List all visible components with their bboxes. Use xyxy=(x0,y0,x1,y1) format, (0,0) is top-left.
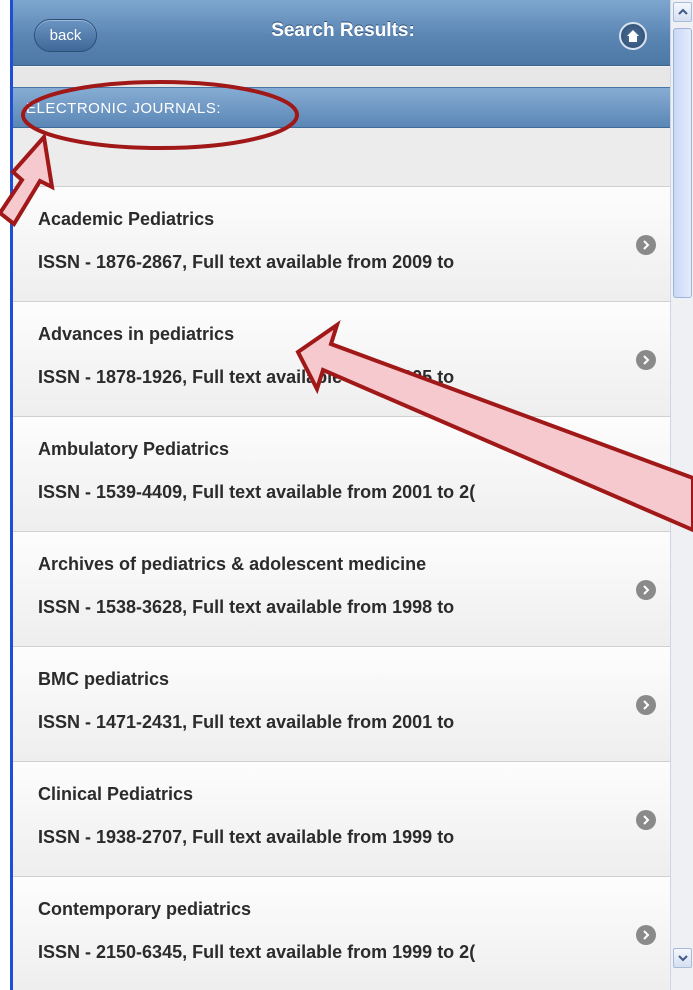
home-icon xyxy=(627,30,639,42)
journal-title: Clinical Pediatrics xyxy=(38,784,194,804)
scroll-down-icon xyxy=(677,955,688,962)
page-title: Search Results: xyxy=(271,20,415,41)
scroll-up-button[interactable] xyxy=(673,2,692,22)
scroll-down-button[interactable] xyxy=(673,948,692,968)
chevron-right-icon xyxy=(636,580,656,600)
chevron-right-icon xyxy=(636,350,656,370)
list-item[interactable]: Clinical Pediatrics ISSN - 1938-2707, Fu… xyxy=(13,761,670,876)
header-gap xyxy=(13,67,670,87)
journal-title: BMC pediatrics xyxy=(38,669,170,689)
chevron-right-icon xyxy=(636,810,656,830)
back-button[interactable]: back xyxy=(34,19,97,52)
journal-detail: ISSN - 1471-2431, Full text available fr… xyxy=(38,712,455,732)
journal-detail: ISSN - 1938-2707, Full text available fr… xyxy=(38,827,455,847)
divider-label: ELECTRONIC JOURNALS: xyxy=(26,100,222,117)
chevron-right-icon xyxy=(636,695,656,715)
journal-detail: ISSN - 1876-2867, Full text available fr… xyxy=(38,252,455,272)
list-item[interactable]: Contemporary pediatrics ISSN - 2150-6345… xyxy=(13,876,670,990)
mobile-frame: back Search Results: ELECTRONIC JOURNALS… xyxy=(0,0,693,990)
vertical-scrollbar[interactable] xyxy=(670,0,693,990)
scrollbar-thumb[interactable] xyxy=(673,28,692,298)
divider-spacer xyxy=(13,128,670,186)
header-bar: back Search Results: xyxy=(13,0,670,66)
journal-title: Contemporary pediatrics xyxy=(38,899,252,919)
journal-title: Ambulatory Pediatrics xyxy=(38,439,230,459)
journal-title: Archives of pediatrics & adolescent medi… xyxy=(38,554,427,574)
chevron-right-icon xyxy=(636,925,656,945)
journal-detail: ISSN - 1878-1926, Full text available fr… xyxy=(38,367,455,387)
list-item[interactable]: Advances in pediatrics ISSN - 1878-1926,… xyxy=(13,301,670,416)
content-area: back Search Results: ELECTRONIC JOURNALS… xyxy=(13,0,670,990)
list-item[interactable]: BMC pediatrics ISSN - 1471-2431, Full te… xyxy=(13,646,670,761)
chevron-right-icon xyxy=(636,235,656,255)
list-item[interactable]: Academic Pediatrics ISSN - 1876-2867, Fu… xyxy=(13,186,670,301)
journal-detail: ISSN - 1538-3628, Full text available fr… xyxy=(38,597,455,617)
journal-list: Academic Pediatrics ISSN - 1876-2867, Fu… xyxy=(13,186,670,990)
journal-title: Academic Pediatrics xyxy=(38,209,215,229)
home-button[interactable] xyxy=(619,22,647,50)
journal-detail: ISSN - 2150-6345, Full text available fr… xyxy=(38,942,476,962)
journal-detail: ISSN - 1539-4409, Full text available fr… xyxy=(38,482,476,502)
list-item[interactable]: Ambulatory Pediatrics ISSN - 1539-4409, … xyxy=(13,416,670,531)
scroll-up-icon xyxy=(677,8,688,15)
journal-title: Advances in pediatrics xyxy=(38,324,235,344)
list-divider: ELECTRONIC JOURNALS: xyxy=(13,87,670,128)
list-item[interactable]: Archives of pediatrics & adolescent medi… xyxy=(13,531,670,646)
chevron-right-icon xyxy=(636,465,656,485)
